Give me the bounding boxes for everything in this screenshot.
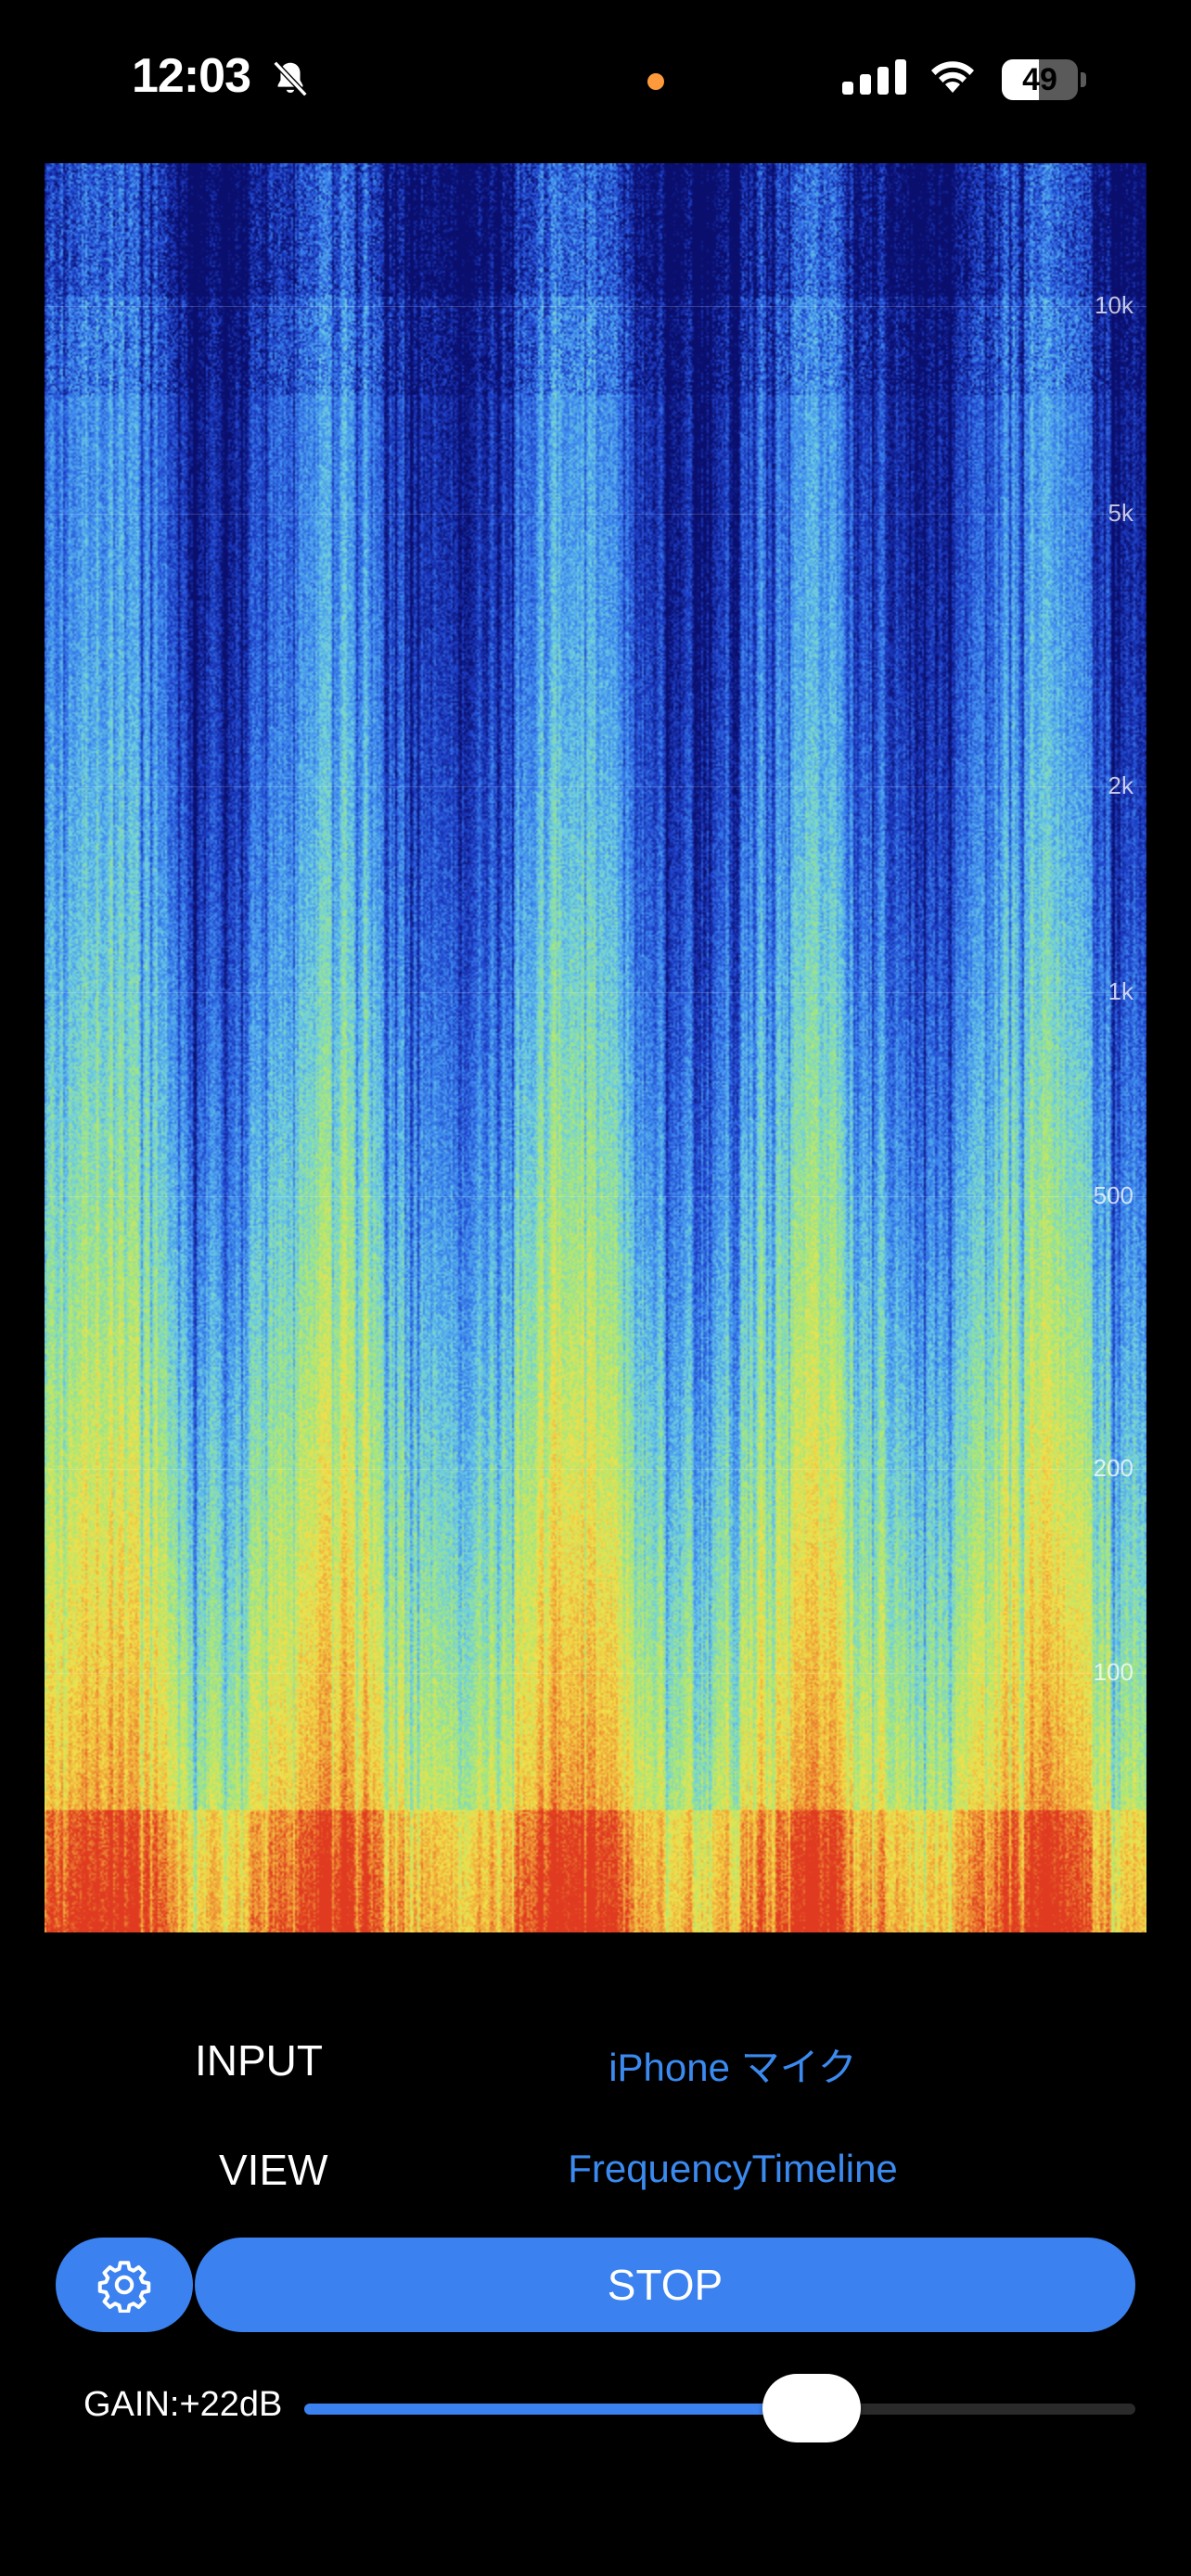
stop-button[interactable]: STOP bbox=[195, 2238, 1135, 2332]
input-label: INPUT bbox=[195, 2036, 323, 2085]
frequency-label: 100 bbox=[1093, 1658, 1133, 1686]
frequency-label: 10k bbox=[1095, 291, 1133, 319]
spectrogram-view: 10k 5k 2k 1k 500 200 100 bbox=[45, 163, 1146, 1932]
frequency-label: 2k bbox=[1108, 772, 1133, 799]
battery-percent: 49 bbox=[1022, 62, 1057, 97]
frequency-gridline bbox=[45, 306, 1146, 307]
spectrogram-canvas bbox=[45, 163, 1146, 1932]
frequency-label: 500 bbox=[1093, 1181, 1133, 1209]
frequency-gridline bbox=[45, 1469, 1146, 1470]
cellular-signal-icon bbox=[842, 59, 906, 95]
privacy-indicator-dot bbox=[647, 73, 664, 90]
frequency-gridline bbox=[45, 1673, 1146, 1674]
gain-slider[interactable] bbox=[304, 2374, 1135, 2442]
frequency-label: 1k bbox=[1108, 977, 1133, 1005]
frequency-gridline bbox=[45, 1196, 1146, 1197]
gear-icon bbox=[97, 2261, 151, 2313]
gain-label: GAIN:+22dB bbox=[83, 2385, 283, 2424]
frequency-gridline bbox=[45, 514, 1146, 515]
battery-icon: 49 bbox=[1002, 59, 1087, 100]
frequency-label: 5k bbox=[1108, 499, 1133, 527]
gain-slider-thumb[interactable] bbox=[762, 2374, 861, 2442]
frequency-gridline bbox=[45, 992, 1146, 993]
input-selector[interactable]: iPhone マイク bbox=[519, 2036, 946, 2093]
gain-slider-fill bbox=[304, 2404, 812, 2415]
bell-slash-icon bbox=[273, 60, 308, 97]
frequency-label: 200 bbox=[1093, 1454, 1133, 1482]
status-time: 12:03 bbox=[132, 49, 251, 103]
wifi-icon bbox=[931, 61, 974, 93]
settings-button[interactable] bbox=[56, 2238, 193, 2332]
status-bar: 12:03 49 bbox=[0, 0, 1191, 162]
frequency-gridline bbox=[45, 786, 1146, 787]
view-selector[interactable]: FrequencyTimeline bbox=[519, 2147, 946, 2191]
view-label: VIEW bbox=[219, 2146, 328, 2194]
